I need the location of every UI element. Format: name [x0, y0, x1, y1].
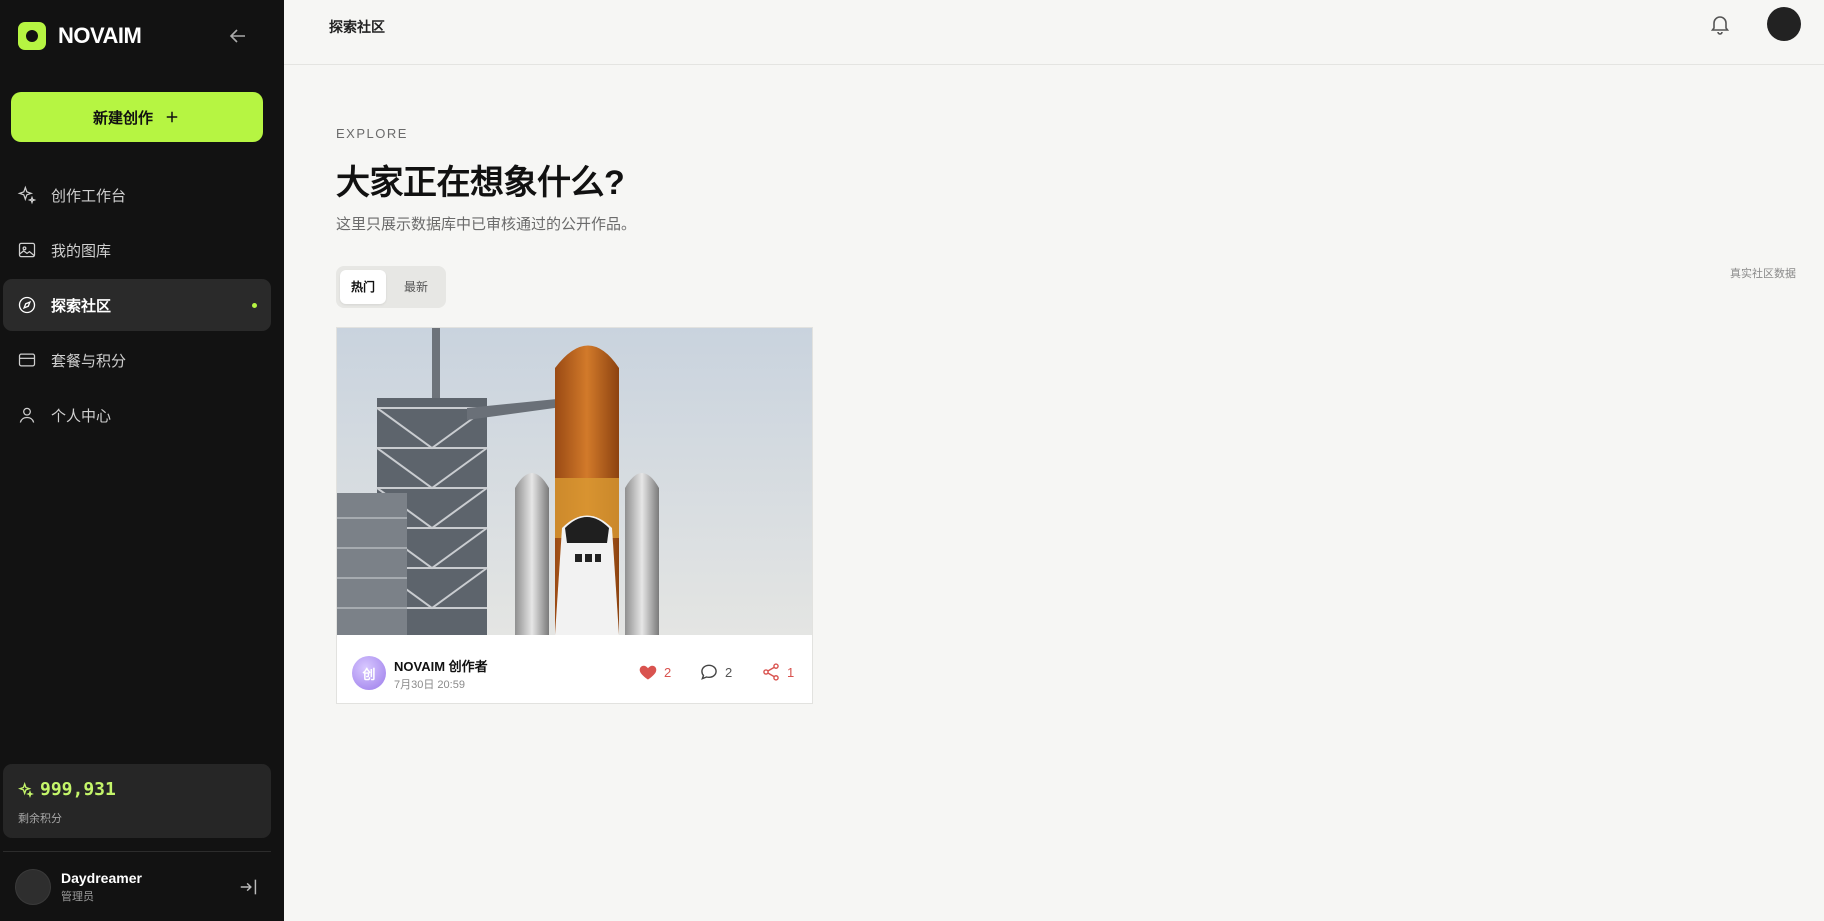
bell-icon — [1710, 16, 1730, 35]
card-icon — [18, 353, 36, 367]
post-time: 7月30日 20:59 — [394, 679, 465, 691]
comment-button[interactable]: 2 — [699, 662, 732, 682]
headline: 大家正在想象什么? — [336, 164, 625, 202]
post-card[interactable]: 创 NOVAIM 创作者 7月30日 20:59 2 2 1 — [336, 327, 813, 704]
sidebar-item-label: 个人中心 — [51, 407, 112, 425]
credits-label: 剩余积分 — [18, 813, 62, 825]
sidebar-item-gallery[interactable]: 我的图库 — [3, 224, 271, 276]
logout-icon — [240, 879, 257, 895]
rocket-launch-image — [337, 328, 812, 635]
plus-icon — [166, 111, 178, 123]
heart-icon — [639, 665, 657, 680]
active-indicator-dot — [252, 302, 257, 308]
page-title: 探索社区 — [329, 19, 385, 35]
sparkle-icon — [18, 781, 34, 798]
avatar — [15, 869, 51, 905]
share-icon — [763, 663, 779, 681]
author-name[interactable]: NOVAIM 创作者 — [394, 656, 488, 675]
tab-hot[interactable]: 热门 — [340, 270, 386, 304]
post-footer: 创 NOVAIM 创作者 7月30日 20:59 2 2 1 — [337, 635, 812, 703]
sidebar-item-label: 我的图库 — [51, 242, 112, 260]
comment-count: 2 — [725, 664, 733, 680]
sidebar-item-label: 探索社区 — [51, 297, 112, 315]
sidebar-item-profile[interactable]: 个人中心 — [3, 389, 271, 441]
user-icon — [19, 407, 35, 423]
sidebar-item-label: 创作工作台 — [51, 187, 127, 205]
sidebar-item-plans[interactable]: 套餐与积分 — [3, 334, 271, 386]
logout-button[interactable] — [238, 876, 260, 898]
like-count: 2 — [664, 664, 672, 680]
avatar[interactable] — [1767, 7, 1801, 41]
sidebar-item-workbench[interactable]: 创作工作台 — [3, 169, 271, 221]
sidebar-item-explore[interactable]: 探索社区 — [3, 279, 271, 331]
sort-tabs: 热门 最新 — [336, 266, 446, 308]
arrow-left-icon — [229, 29, 245, 43]
image-icon — [18, 242, 36, 258]
like-button[interactable]: 2 — [638, 662, 671, 682]
sidebar-nav: 创作工作台 我的图库 探索社区 套餐与积分 个人中心 — [3, 169, 271, 444]
post-image[interactable] — [337, 328, 812, 635]
credits-value: 999,931 — [40, 779, 116, 800]
new-creation-label: 新建创作 — [92, 109, 153, 127]
data-source-note: 真实社区数据 — [1730, 268, 1796, 280]
notifications-button[interactable] — [1708, 12, 1732, 36]
sparkle-icon — [17, 185, 37, 205]
credits-panel[interactable]: 999,931 剩余积分 — [3, 764, 271, 838]
share-count: 1 — [787, 664, 795, 680]
subtitle: 这里只展示数据库中已审核通过的公开作品。 — [336, 216, 637, 233]
user-profile[interactable]: Daydreamer 管理员 — [15, 869, 142, 905]
brand-name: NOVAIM — [58, 23, 142, 48]
avatar[interactable]: 创 — [352, 656, 386, 690]
tab-latest[interactable]: 最新 — [392, 270, 440, 304]
eyebrow: EXPLORE — [336, 126, 408, 141]
compass-icon — [18, 296, 36, 314]
user-name: Daydreamer — [61, 870, 142, 886]
sidebar: NOVAIM 新建创作 创作工作台 我的图库 探索社区 套餐与积分 个人中心 9… — [0, 0, 284, 921]
collapse-sidebar-button[interactable] — [226, 24, 250, 48]
brand[interactable]: NOVAIM — [18, 22, 142, 50]
user-role: 管理员 — [61, 891, 94, 903]
share-button[interactable]: 1 — [761, 662, 794, 682]
new-creation-button[interactable]: 新建创作 — [11, 92, 263, 142]
comment-icon — [701, 664, 717, 680]
logo-icon — [18, 22, 46, 50]
divider — [3, 851, 271, 852]
sidebar-item-label: 套餐与积分 — [51, 352, 127, 370]
topbar: 探索社区 — [284, 0, 1824, 65]
